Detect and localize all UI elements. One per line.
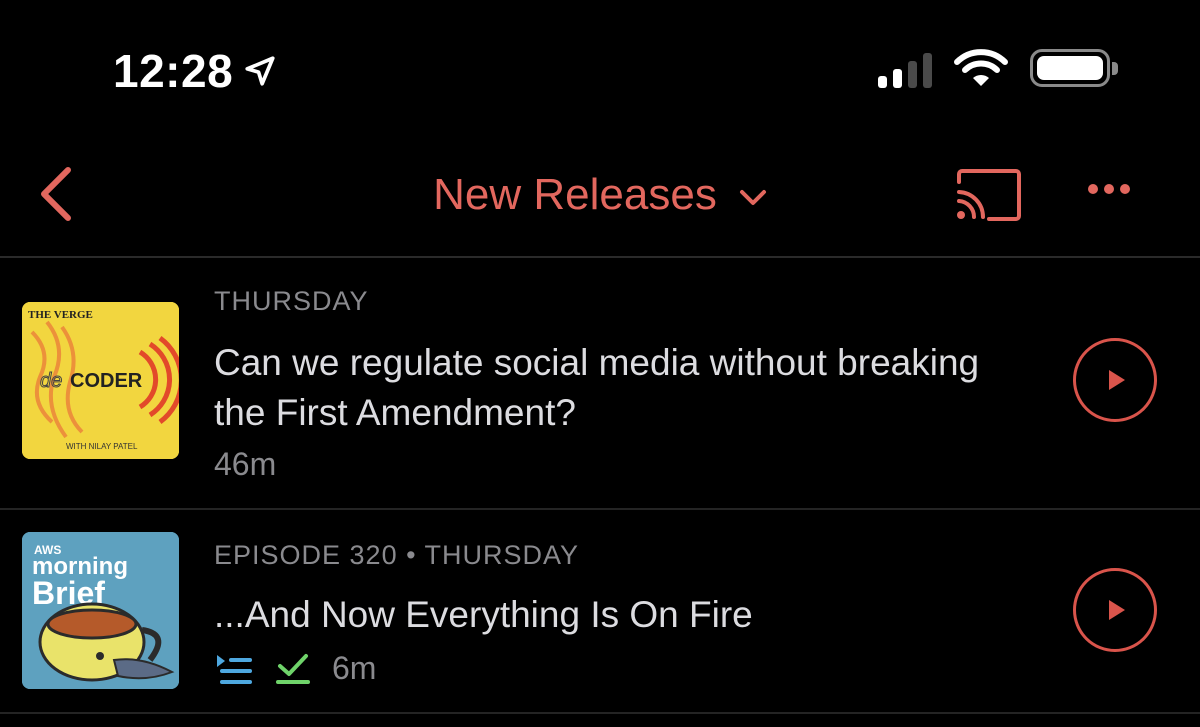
chevron-down-icon	[739, 190, 766, 205]
decoder-artwork: THE VERGE de CODER WITH NILAY PATEL	[22, 302, 179, 459]
episode-artwork: THE VERGE de CODER WITH NILAY PATEL	[22, 302, 179, 459]
episode-meta: EPISODE 320 • THURSDAY	[214, 540, 580, 570]
play-icon	[1109, 370, 1125, 390]
clock: 12:28	[113, 45, 234, 97]
svg-text:de: de	[40, 370, 62, 392]
svg-text:WITH NILAY PATEL: WITH NILAY PATEL	[66, 442, 138, 451]
status-icons	[878, 48, 1118, 88]
play-button[interactable]	[1073, 338, 1157, 422]
episode-meta: THURSDAY	[214, 286, 369, 316]
more-icon[interactable]	[1088, 184, 1130, 194]
episode-row[interactable]: AWS morning Brief EPISODE 320 • THURSDAY…	[0, 510, 1200, 727]
episode-duration: 46m	[214, 446, 277, 482]
cast-icon[interactable]	[955, 168, 1023, 222]
location-arrow-icon	[245, 56, 275, 86]
play-icon	[1109, 600, 1125, 620]
episode-status-line: 6m	[214, 650, 376, 687]
svg-text:CODER: CODER	[70, 370, 143, 392]
episode-row[interactable]: THE VERGE de CODER WITH NILAY PATEL THUR…	[0, 258, 1200, 510]
episode-artwork: AWS morning Brief	[22, 532, 179, 689]
wifi-icon	[954, 49, 1008, 86]
battery-icon	[1030, 49, 1118, 87]
page-title: New Releases	[433, 170, 717, 219]
cellular-signal-icon	[878, 48, 932, 88]
downloaded-check-icon	[276, 653, 310, 684]
episode-title: ...And Now Everything Is On Fire	[214, 594, 753, 635]
morning-brief-artwork: AWS morning Brief	[22, 532, 179, 689]
episode-duration: 6m	[332, 650, 377, 686]
status-time: 12:28	[113, 44, 277, 98]
svg-text:THE VERGE: THE VERGE	[28, 309, 93, 321]
play-button[interactable]	[1073, 568, 1157, 652]
episode-title: Can we regulate social media without bre…	[214, 342, 980, 433]
queued-icon	[217, 654, 252, 684]
row-divider	[0, 712, 1200, 714]
